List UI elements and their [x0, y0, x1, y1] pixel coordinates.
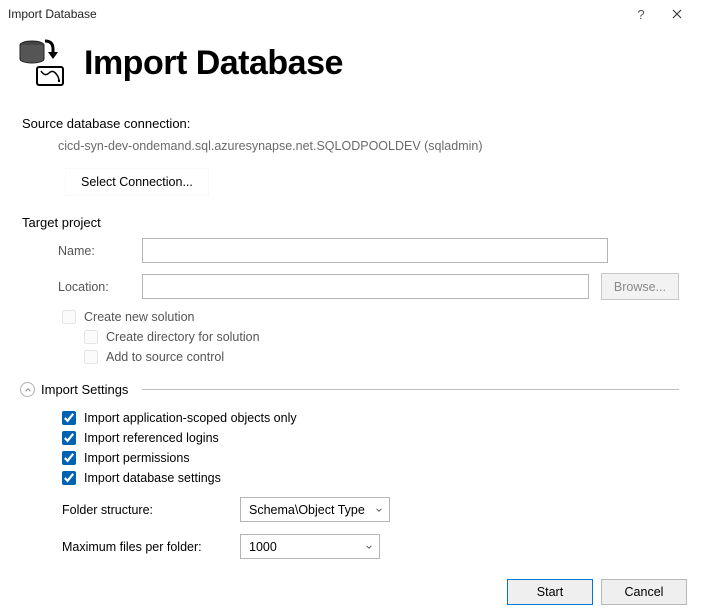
dialog-title: Import Database	[84, 44, 343, 83]
import-database-icon	[14, 36, 68, 90]
browse-button: Browse...	[601, 273, 679, 300]
create-directory-checkbox	[84, 330, 98, 344]
max-files-label: Maximum files per folder:	[62, 540, 228, 554]
folder-structure-value: Schema\Object Type	[249, 503, 365, 517]
location-label: Location:	[58, 280, 142, 294]
chevron-up-icon	[24, 382, 32, 397]
help-button[interactable]: ?	[623, 2, 659, 26]
db-settings-checkbox[interactable]	[62, 471, 76, 485]
collapse-toggle[interactable]	[20, 382, 35, 397]
max-files-combo[interactable]: 1000	[240, 534, 380, 559]
close-button[interactable]	[659, 2, 695, 26]
chevron-down-icon	[375, 503, 383, 517]
create-new-solution-label: Create new solution	[84, 310, 194, 324]
cancel-label: Cancel	[625, 585, 664, 599]
chevron-down-icon	[365, 540, 373, 554]
divider	[142, 389, 679, 390]
db-settings-label: Import database settings	[84, 471, 221, 485]
window-title: Import Database	[6, 7, 623, 21]
location-input[interactable]	[142, 274, 589, 299]
referenced-logins-label: Import referenced logins	[84, 431, 219, 445]
dialog-footer: Start Cancel	[507, 579, 687, 605]
dialog-header: Import Database	[0, 28, 701, 102]
help-icon: ?	[637, 7, 644, 22]
start-button[interactable]: Start	[507, 579, 593, 605]
app-scoped-label: Import application-scoped objects only	[84, 411, 297, 425]
name-input[interactable]	[142, 238, 608, 263]
referenced-logins-checkbox[interactable]	[62, 431, 76, 445]
max-files-value: 1000	[249, 540, 277, 554]
select-connection-button[interactable]: Select Connection...	[66, 169, 208, 195]
import-settings-label: Import Settings	[41, 382, 128, 397]
connection-string: cicd-syn-dev-ondemand.sql.azuresynapse.n…	[58, 139, 679, 153]
create-directory-label: Create directory for solution	[106, 330, 260, 344]
permissions-label: Import permissions	[84, 451, 190, 465]
import-settings-header: Import Settings	[22, 382, 679, 397]
cancel-button[interactable]: Cancel	[601, 579, 687, 605]
select-connection-label: Select Connection...	[81, 175, 193, 189]
permissions-checkbox[interactable]	[62, 451, 76, 465]
add-to-source-control-label: Add to source control	[106, 350, 224, 364]
create-new-solution-checkbox	[62, 310, 76, 324]
browse-label: Browse...	[614, 280, 666, 294]
start-label: Start	[537, 585, 563, 599]
name-label: Name:	[58, 244, 142, 258]
title-bar: Import Database ?	[0, 0, 701, 28]
folder-structure-label: Folder structure:	[62, 503, 228, 517]
app-scoped-checkbox[interactable]	[62, 411, 76, 425]
folder-structure-combo[interactable]: Schema\Object Type	[240, 497, 390, 522]
target-section-label: Target project	[22, 215, 679, 230]
add-to-source-control-checkbox	[84, 350, 98, 364]
close-icon	[672, 7, 682, 22]
source-section-label: Source database connection:	[22, 116, 679, 131]
